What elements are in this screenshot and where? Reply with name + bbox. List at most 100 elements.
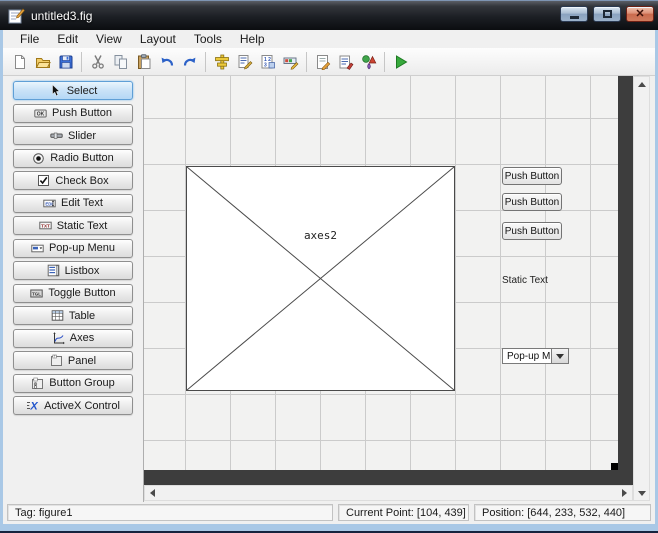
layout-canvas[interactable]: axes2 Push Button Push Button Push Butto… [144,76,655,502]
align-objects-button[interactable] [210,50,233,73]
undo-icon [161,57,173,66]
toolbar-editor-button[interactable] [279,50,302,73]
palette-button-group[interactable]: Button Group [13,373,133,393]
minimize-button[interactable] [560,6,588,22]
arrow-left-icon [150,489,155,497]
scroll-up-button[interactable] [634,77,649,91]
canvas-popup-menu[interactable]: Pop-up M... [502,348,569,364]
palette-select[interactable]: Select [13,81,133,100]
radiobutton-icon [33,152,44,164]
popupmenu-icon [31,244,44,252]
redo-button[interactable] [178,50,201,73]
open-button[interactable] [31,50,54,73]
canvas-push-button-1[interactable]: Push Button [502,167,562,185]
save-icon [59,55,72,68]
tab-order-editor-icon: 1 23 [261,54,275,68]
palette-listbox[interactable]: Listbox [13,261,133,280]
menu-help[interactable]: Help [231,31,274,47]
tab-order-editor-button[interactable]: 1 23 [256,50,279,73]
palette-label: Listbox [64,264,100,277]
listbox-icon [47,264,59,277]
window-title: untitled3.fig [31,8,93,23]
menu-editor-button[interactable] [233,50,256,73]
toolbar-separator [306,51,307,72]
scroll-down-button[interactable] [634,486,649,500]
palette-label: Button Group [49,377,115,389]
paste-icon [137,53,150,69]
palette-table[interactable]: Table [13,306,133,325]
property-inspector-button[interactable] [334,50,357,73]
palette-push-button[interactable]: OK Push Button [13,103,133,123]
table-icon [51,310,64,321]
canvas-push-button-2[interactable]: Push Button [502,193,562,211]
palette-popup-menu[interactable]: Pop-up Menu [13,238,133,258]
status-position: Position: [644, 233, 532, 440] [474,504,651,521]
palette-radio-button[interactable]: Radio Button [13,148,133,168]
close-button[interactable]: ✕ [626,6,654,22]
togglebutton-icon: TGL [30,289,44,297]
run-icon [395,54,407,69]
menu-tools[interactable]: Tools [185,31,231,47]
figure-resize-handle[interactable] [611,463,618,470]
palette-label: Static Text [56,219,108,232]
palette-label: Check Box [55,174,109,187]
window-frame: File Edit View Layout Tools Help 1 2 3 S… [0,30,658,533]
object-browser-button[interactable] [357,50,380,73]
scroll-right-button[interactable] [617,486,632,500]
checkbox-icon [38,175,50,186]
menu-file[interactable]: File [11,31,48,47]
editor-button[interactable] [311,50,334,73]
undo-button[interactable] [155,50,178,73]
palette-slider[interactable]: Slider [13,126,133,145]
paste-button[interactable] [132,50,155,73]
cut-button[interactable] [86,50,109,73]
copy-button[interactable] [109,50,132,73]
horizontal-scrollbar[interactable] [144,485,633,501]
save-button[interactable] [54,50,77,73]
guide-window: untitled3.fig ✕ File Edit View Layout To… [0,0,658,533]
menu-view[interactable]: View [87,31,131,47]
minimize-icon [569,15,579,19]
popup-dropdown-button[interactable] [551,349,568,363]
vertical-scrollbar[interactable] [633,76,650,501]
palette-panel[interactable]: T Panel [13,351,133,370]
svg-text:TXT: TXT [41,223,50,228]
new-button[interactable] [8,50,31,73]
maximize-button[interactable] [593,6,621,22]
close-icon: ✕ [635,7,645,20]
palette-activex-control[interactable]: X ActiveX Control [13,396,133,415]
open-icon [35,57,51,68]
panel-icon: T [50,354,62,366]
component-palette: Select OK Push Button Slider Radio Butto… [3,76,144,502]
redo-icon [183,57,195,66]
axes-object[interactable]: axes2 [186,166,455,391]
svg-text:OK: OK [37,111,45,117]
run-button[interactable] [389,50,412,73]
outside-figure-area [144,470,633,485]
canvas-static-text[interactable]: Static Text [502,275,548,286]
palette-toggle-button[interactable]: TGL Toggle Button [13,283,133,303]
menu-layout[interactable]: Layout [131,31,185,47]
statictext-icon: TXT [39,221,52,230]
palette-label: Slider [67,129,97,142]
status-tag: Tag: figure1 [7,504,333,521]
scroll-left-button[interactable] [145,486,160,500]
canvas-push-button-3[interactable]: Push Button [502,222,562,240]
title-bar[interactable]: untitled3.fig ✕ [0,0,658,30]
palette-check-box[interactable]: Check Box [13,171,133,190]
menu-edit[interactable]: Edit [48,31,87,47]
palette-label: Edit Text [61,197,103,209]
palette-label: ActiveX Control [44,399,120,412]
palette-label: Panel [67,354,97,367]
toolbar-separator [384,51,385,72]
maximize-icon [602,10,612,18]
palette-static-text[interactable]: TXT Static Text [13,216,133,235]
status-bar: Tag: figure1 Current Point: [104, 439] P… [3,502,655,524]
palette-edit-text[interactable]: EDI Edit Text [13,193,133,213]
toolbar-separator [205,51,206,72]
palette-axes[interactable]: Axes [13,328,133,348]
menu-bar: File Edit View Layout Tools Help [3,30,655,48]
figure-file-icon [8,8,25,23]
cut-icon [91,54,104,69]
cursor-icon [51,84,60,97]
